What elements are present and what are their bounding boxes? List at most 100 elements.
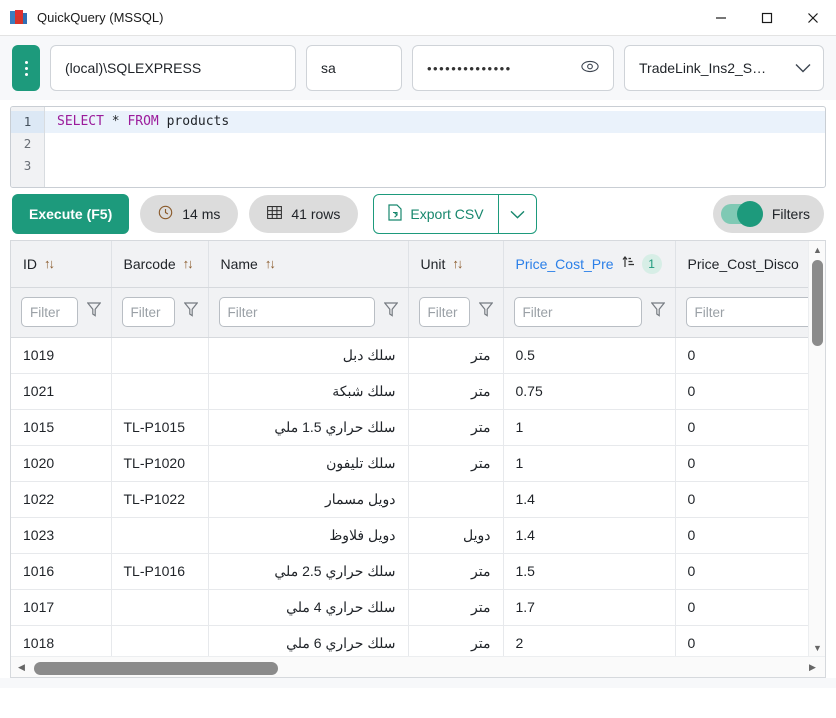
table-row[interactable]: 1022 TL-P1022 دويل مسمار 1.4 0 <box>11 481 808 518</box>
scroll-right-icon[interactable]: ▶ <box>804 657 821 677</box>
cell-price-cost-disco: 0 <box>675 553 808 590</box>
filter-input-id[interactable] <box>21 297 78 327</box>
table-row[interactable]: 1019 سلك دبل متر 0.5 0 <box>11 337 808 374</box>
column-header-price-cost-disco[interactable]: Price_Cost_Disco <box>675 241 808 288</box>
kebab-menu-icon[interactable] <box>12 45 40 91</box>
cell-unit: متر <box>408 337 504 374</box>
sql-keyword-select: SELECT <box>57 114 104 129</box>
password-field[interactable]: •••••••••••••• <box>412 45 614 91</box>
column-header-id[interactable]: ID ↑↓ <box>11 241 112 288</box>
eye-icon[interactable] <box>581 60 599 77</box>
scroll-up-icon[interactable]: ▲ <box>809 241 825 258</box>
cell-id: 1016 <box>11 553 112 590</box>
elapsed-time-chip: 14 ms <box>140 195 239 233</box>
line-number: 3 <box>23 158 32 173</box>
table-row[interactable]: 1021 سلك شبكة متر 0.75 0 <box>11 373 808 410</box>
export-csv-label: Export CSV <box>410 206 484 222</box>
editor-line-numbers: 1 2 3 <box>11 107 45 187</box>
column-header-unit[interactable]: Unit ↑↓ <box>408 241 504 288</box>
sort-both-icon[interactable]: ↑↓ <box>452 256 463 271</box>
vertical-scroll-thumb[interactable] <box>812 260 823 346</box>
filter-cell-price-cost-pre <box>503 287 676 338</box>
filter-cell-unit <box>408 287 504 338</box>
cell-unit: متر <box>408 445 504 482</box>
cell-price-cost-disco: 0 <box>675 481 808 518</box>
cell-unit: متر <box>408 589 504 626</box>
scroll-left-icon[interactable]: ◀ <box>13 657 30 677</box>
column-header-barcode[interactable]: Barcode ↑↓ <box>111 241 209 288</box>
export-csv-button[interactable]: Export CSV <box>374 195 497 233</box>
cell-price-cost-disco: 0 <box>675 517 808 554</box>
cell-name: دويل مسمار <box>208 481 409 518</box>
export-group: Export CSV <box>373 194 537 234</box>
filter-input-name[interactable] <box>218 297 375 327</box>
table-header-row: ID ↑↓ Barcode ↑↓ Name ↑↓ Unit ↑↓ Price_Cost_… <box>11 241 808 288</box>
funnel-icon[interactable] <box>383 302 398 322</box>
filter-input-price-cost-disco[interactable] <box>685 297 808 327</box>
cell-price-cost-disco: 0 <box>675 409 808 446</box>
code-line-1: SELECT * FROM products <box>45 111 825 133</box>
funnel-icon[interactable] <box>183 302 198 322</box>
cell-barcode <box>111 337 209 374</box>
filter-input-price-cost-pre[interactable] <box>513 297 642 327</box>
database-select[interactable]: TradeLink_Ins2_S… <box>624 45 824 91</box>
filters-toggle[interactable]: Filters <box>712 195 824 233</box>
execute-button[interactable]: Execute (F5) <box>12 194 130 234</box>
sort-asc-icon[interactable] <box>621 255 635 272</box>
export-options-dropdown[interactable] <box>497 195 536 233</box>
funnel-icon[interactable] <box>86 302 101 322</box>
table-icon <box>267 206 283 222</box>
editor-code-area[interactable]: SELECT * FROM products <box>45 107 825 187</box>
column-header-name[interactable]: Name ↑↓ <box>208 241 409 288</box>
line-number: 2 <box>23 136 32 151</box>
maximize-button[interactable] <box>744 0 790 36</box>
results-grid: ID ↑↓ Barcode ↑↓ Name ↑↓ Unit ↑↓ Price_Cost_… <box>10 240 826 678</box>
chevron-down-icon <box>795 60 811 76</box>
column-header-price-cost-pre[interactable]: Price_Cost_Pre 1 <box>503 241 676 288</box>
sort-order-badge: 1 <box>641 253 662 274</box>
cell-unit: دويل <box>408 517 504 554</box>
cell-barcode <box>111 625 209 656</box>
table-row[interactable]: 1016 TL-P1016 سلك حراري 2.5 ملي متر 1.5 … <box>11 553 808 590</box>
close-button[interactable] <box>790 0 836 36</box>
grid-scroll-area: ID ↑↓ Barcode ↑↓ Name ↑↓ Unit ↑↓ Price_Cost_… <box>11 241 808 656</box>
header-label: ID <box>23 255 37 272</box>
cell-price-cost-pre: 0.5 <box>503 337 676 374</box>
cell-id: 1019 <box>11 337 112 374</box>
cell-name: سلك شبكة <box>208 373 409 410</box>
file-export-icon <box>388 204 403 224</box>
cell-name: سلك حراري 1.5 ملي <box>208 409 409 446</box>
cell-price-cost-pre: 0.75 <box>503 373 676 410</box>
cell-unit: متر <box>408 553 504 590</box>
sort-both-icon[interactable]: ↑↓ <box>265 256 276 271</box>
table-row[interactable]: 1020 TL-P1020 سلك تليفون متر 1 0 <box>11 445 808 482</box>
vertical-scrollbar[interactable]: ▲ ▼ <box>808 241 825 656</box>
sql-editor[interactable]: 1 2 3 SELECT * FROM products <box>10 106 826 188</box>
cell-barcode: TL-P1016 <box>111 553 209 590</box>
sort-both-icon[interactable]: ↑↓ <box>44 256 55 271</box>
table-row[interactable]: 1018 سلك حراري 6 ملي متر 2 0 <box>11 625 808 656</box>
cell-price-cost-disco: 0 <box>675 445 808 482</box>
cell-id: 1021 <box>11 373 112 410</box>
table-row[interactable]: 1015 TL-P1015 سلك حراري 1.5 ملي متر 1 0 <box>11 409 808 446</box>
sort-both-icon[interactable]: ↑↓ <box>183 256 194 271</box>
table-row[interactable]: 1023 دويل فلاوظ دويل 1.4 0 <box>11 517 808 554</box>
scroll-down-icon[interactable]: ▼ <box>809 639 825 656</box>
table-row[interactable]: 1017 سلك حراري 4 ملي متر 1.7 0 <box>11 589 808 626</box>
filter-cell-barcode <box>111 287 209 338</box>
server-field[interactable]: (local)\SQLEXPRESS <box>50 45 296 91</box>
clock-icon <box>158 205 173 223</box>
funnel-icon[interactable] <box>478 302 493 322</box>
row-count-chip: 41 rows <box>249 195 359 233</box>
filter-input-unit[interactable] <box>418 297 470 327</box>
minimize-button[interactable] <box>698 0 744 36</box>
filters-switch[interactable] <box>720 201 763 227</box>
cell-name: دويل فلاوظ <box>208 517 409 554</box>
cell-unit <box>408 481 504 518</box>
filter-input-barcode[interactable] <box>121 297 175 327</box>
user-field[interactable]: sa <box>306 45 402 91</box>
horizontal-scrollbar[interactable]: ◀ ▶ <box>11 656 825 677</box>
horizontal-scroll-thumb[interactable] <box>34 662 278 675</box>
funnel-icon[interactable] <box>650 302 665 322</box>
